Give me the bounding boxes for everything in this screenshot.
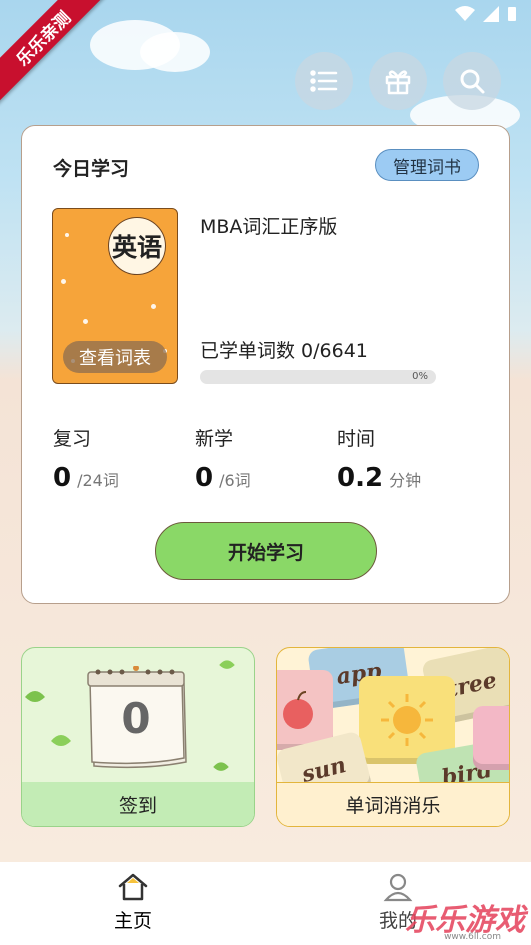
- leaf-icon: [51, 735, 71, 746]
- apple-icon: [283, 691, 313, 729]
- signal-icon: [483, 6, 499, 22]
- progress-percent: 0%: [412, 371, 428, 382]
- stat-value: 0.2: [337, 463, 384, 493]
- list-button[interactable]: [295, 52, 353, 110]
- word-game-label: 单词消消乐: [277, 782, 509, 826]
- start-study-button[interactable]: 开始学习: [155, 522, 377, 580]
- stat-unit: /6词: [219, 471, 251, 490]
- stat-unit: 分钟: [389, 471, 422, 490]
- search-button[interactable]: [443, 52, 501, 110]
- stat-label: 新学: [195, 428, 234, 450]
- book-name: MBA词汇正序版: [200, 216, 338, 238]
- cloud-decoration: [140, 32, 210, 72]
- nav-home[interactable]: 主页: [73, 872, 193, 933]
- status-bar: [455, 6, 517, 22]
- stat-unit: /24词: [77, 471, 119, 490]
- calendar-number: 0: [121, 694, 151, 743]
- battery-icon: [508, 7, 516, 21]
- watermark-url: www.6ll.com: [444, 932, 501, 942]
- stat-label: 复习: [53, 428, 92, 450]
- checkin-tile[interactable]: 0 签到: [21, 647, 255, 827]
- card-title: 今日学习: [53, 158, 130, 180]
- stat-value: 0: [195, 463, 214, 493]
- pink-key: [473, 706, 509, 770]
- calendar-icon: 0: [86, 665, 190, 776]
- nav-home-label: 主页: [113, 910, 152, 932]
- checkin-label: 签到: [22, 782, 254, 826]
- leaf-icon: [219, 660, 235, 669]
- progress-bar: 0%: [200, 370, 436, 384]
- list-icon: [310, 70, 338, 92]
- home-icon: [118, 873, 148, 901]
- view-word-list-button[interactable]: 查看词表: [63, 341, 167, 373]
- stat-label: 时间: [337, 428, 376, 450]
- stat-value: 0: [53, 463, 72, 493]
- wordbook-cover[interactable]: 英语 查看词表: [52, 208, 178, 384]
- learned-count: 已学单词数 0/6641: [200, 340, 368, 362]
- gift-icon: [385, 70, 411, 95]
- today-study-card: 今日学习 管理词书 英语 查看词表 MBA词汇正序版 已学单词数 0/6641 …: [21, 125, 510, 604]
- gift-button[interactable]: [369, 52, 427, 110]
- book-cover-label: 英语: [108, 217, 166, 275]
- word-game-tile[interactable]: app tree sun bird 单词消消乐: [276, 647, 510, 827]
- search-icon: [460, 69, 485, 94]
- stat-time: 时间 0.2 分钟: [337, 424, 421, 493]
- leaf-icon: [25, 691, 45, 702]
- stat-new: 新学 0/6词: [195, 424, 251, 493]
- sun-icon: [381, 694, 433, 746]
- wifi-icon: [455, 6, 475, 21]
- manage-wordbook-button[interactable]: 管理词书: [375, 149, 479, 181]
- stat-review: 复习 0/24词: [53, 424, 119, 493]
- leaf-icon: [213, 762, 229, 771]
